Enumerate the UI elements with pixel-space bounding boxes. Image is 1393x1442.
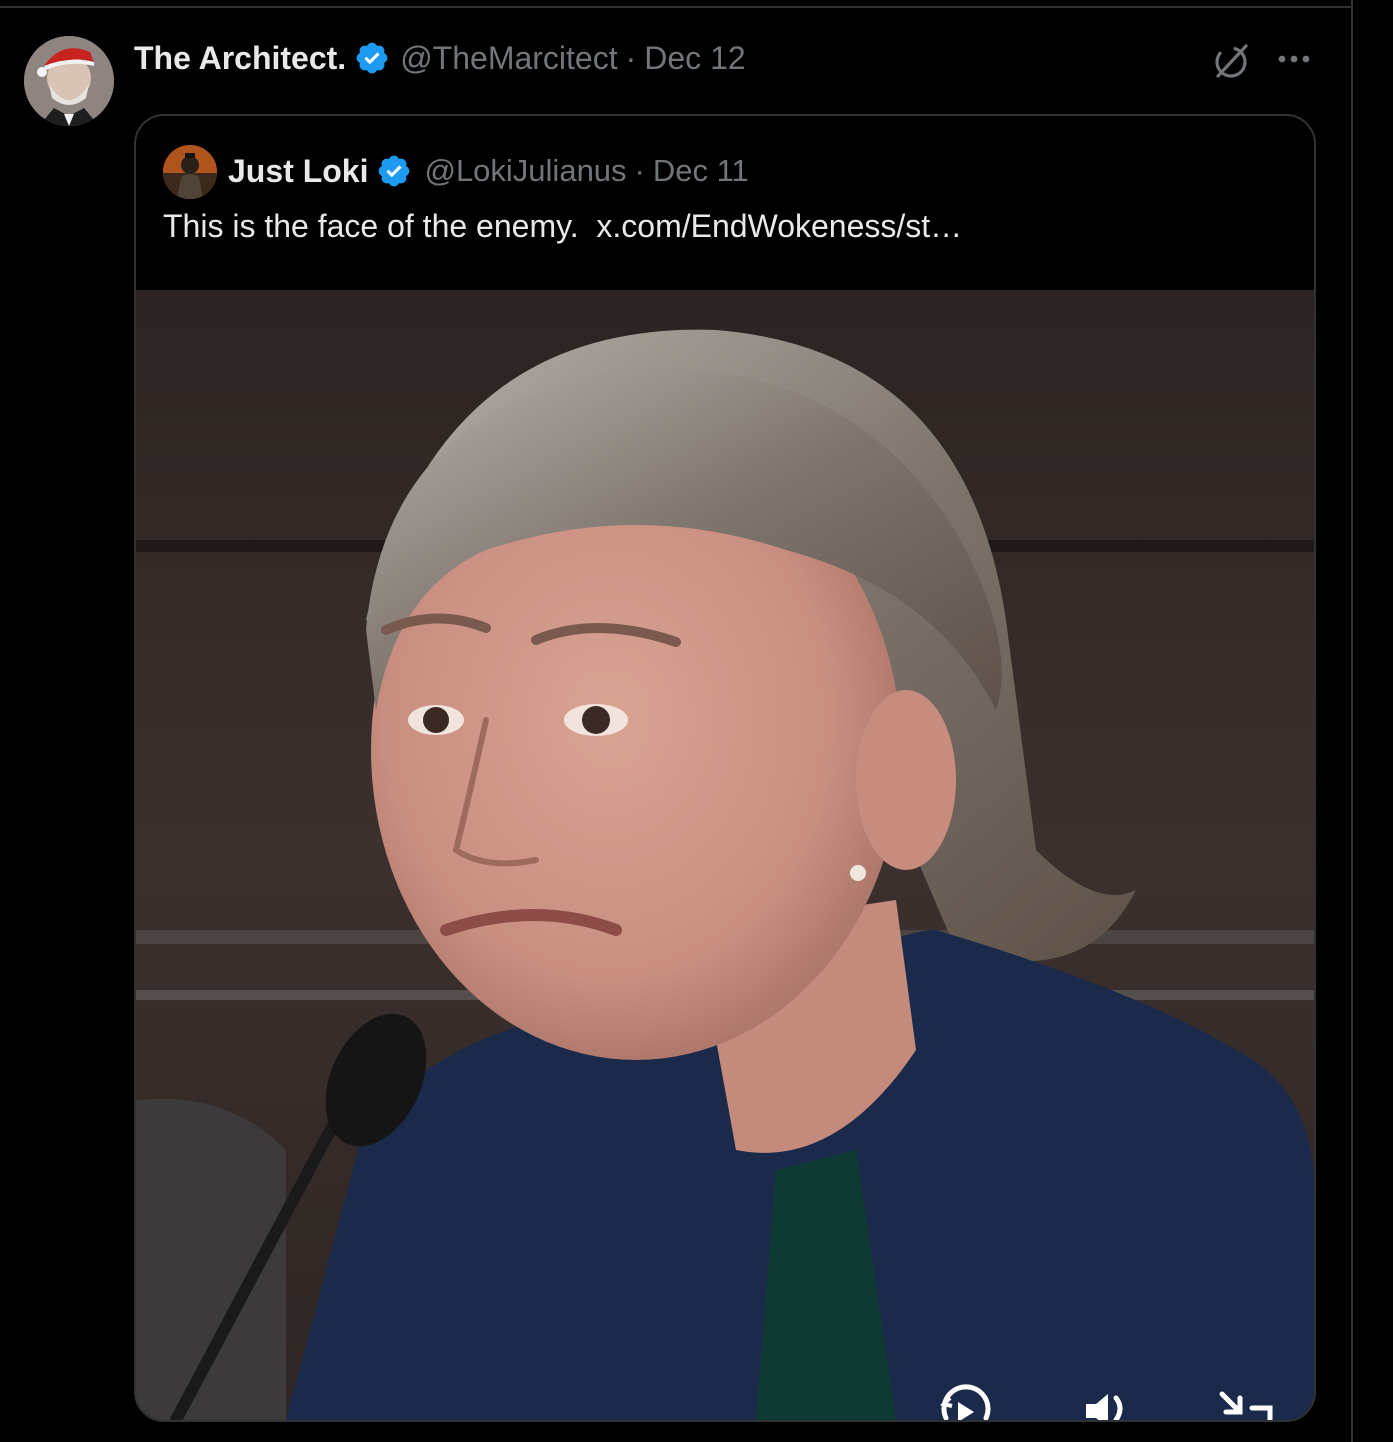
quoted-tweet-header: Just Loki @LokiJulianus · Dec 11: [228, 148, 749, 194]
quoted-tweet-date[interactable]: Dec 11: [653, 153, 749, 189]
verified-badge-icon: [376, 153, 412, 189]
more-options-icon[interactable]: [1274, 44, 1314, 74]
column-border: [1351, 0, 1353, 1442]
tweet-header: The Architect. @TheMarcitect · Dec 12: [134, 36, 746, 80]
quoted-author-avatar[interactable]: [163, 145, 217, 199]
video-controls: [136, 1360, 1314, 1420]
tweet-page: The Architect. @TheMarcitect · Dec 12 Ju…: [0, 0, 1393, 1442]
author-display-name[interactable]: The Architect.: [134, 40, 346, 77]
quoted-author-handle[interactable]: @LokiJulianus: [424, 153, 626, 189]
video-player[interactable]: [136, 290, 1314, 1420]
tweet-date[interactable]: Dec 12: [644, 40, 745, 77]
quoted-tweet-body: This is the face of the enemy.: [163, 208, 579, 244]
separator-dot: ·: [625, 39, 637, 76]
minimize-icon[interactable]: [1216, 1374, 1278, 1420]
volume-icon[interactable]: [1076, 1374, 1138, 1420]
top-divider: [0, 6, 1352, 8]
replay-icon[interactable]: [934, 1374, 996, 1420]
author-avatar[interactable]: [24, 36, 114, 126]
quoted-tweet-link[interactable]: x.com/EndWokeness/st…: [596, 208, 962, 244]
video-frame: [136, 290, 1314, 1420]
verified-badge-icon: [354, 40, 390, 76]
author-handle[interactable]: @TheMarcitect: [400, 40, 617, 77]
quoted-tweet-text: This is the face of the enemy. x.com/End…: [163, 208, 962, 245]
separator-dot: ·: [634, 153, 645, 188]
grok-icon[interactable]: [1210, 40, 1252, 82]
quoted-tweet-card[interactable]: Just Loki @LokiJulianus · Dec 11 This is…: [134, 114, 1316, 1422]
quoted-author-display-name[interactable]: Just Loki: [228, 153, 368, 190]
